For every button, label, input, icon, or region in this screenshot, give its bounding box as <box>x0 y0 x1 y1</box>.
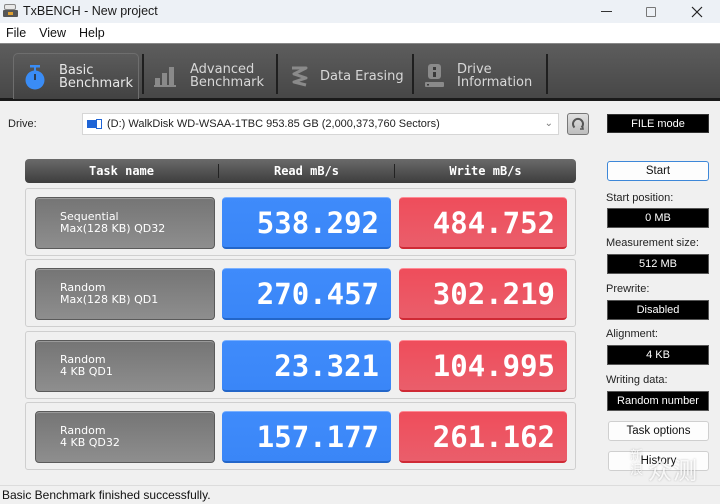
maximize-button[interactable] <box>628 0 674 23</box>
result-row-rand-128k-qd1: Random Max(128 KB) QD1 270.457 302.219 <box>25 259 576 327</box>
prewrite-value[interactable]: Disabled <box>607 300 709 320</box>
start-button[interactable]: Start <box>607 161 709 181</box>
measurement-size-label: Measurement size: <box>606 237 699 249</box>
menu-view[interactable]: View <box>33 26 66 40</box>
tab-data-erasing[interactable]: Data Erasing <box>285 53 405 99</box>
writing-data-label: Writing data: <box>606 374 668 386</box>
chevron-down-icon: ⌄ <box>544 118 553 129</box>
status-divider <box>0 485 720 486</box>
write-value: 261.162 <box>399 411 567 463</box>
task-line2: 4 KB QD32 <box>60 436 120 449</box>
toolbar-divider <box>412 54 414 94</box>
task-line2: Max(128 KB) QD32 <box>60 222 166 235</box>
menu-bar: File View Help <box>0 23 720 43</box>
minimize-button[interactable] <box>583 0 629 23</box>
task-button[interactable]: Random Max(128 KB) QD1 <box>35 268 215 320</box>
read-value: 157.177 <box>222 411 391 463</box>
toolbar-divider <box>276 54 278 94</box>
tab-advanced-line2: Benchmark <box>190 75 265 90</box>
title-bar: TxBENCH - New project <box>0 0 720 23</box>
window-title: TxBENCH - New project <box>23 4 158 18</box>
refresh-icon <box>572 118 584 130</box>
app-icon <box>3 4 18 18</box>
toolbar-divider <box>546 54 548 94</box>
bar-chart-icon <box>154 67 176 87</box>
maximize-icon <box>646 6 656 17</box>
task-options-button[interactable]: Task options <box>608 421 709 441</box>
results-header: Task name Read mB/s Write mB/s <box>25 159 576 183</box>
task-line2: Max(128 KB) QD1 <box>60 293 159 306</box>
tab-drive-information[interactable]: Drive Information <box>420 53 545 99</box>
watermark-small: 新浪 <box>630 449 645 478</box>
read-value: 270.457 <box>222 268 391 320</box>
result-row-rand-4k-qd1: Random 4 KB QD1 23.321 104.995 <box>25 331 576 399</box>
tab-drive-line2: Information <box>457 75 533 90</box>
toolbar-divider <box>142 54 144 94</box>
prewrite-label: Prewrite: <box>606 283 650 295</box>
close-button[interactable] <box>674 0 720 23</box>
start-position-value[interactable]: 0 MB <box>607 208 709 228</box>
main-toolbar: Basic Benchmark Advanced Benchmark Data … <box>0 43 720 101</box>
eraser-spring-icon <box>292 66 308 87</box>
refresh-drives-button[interactable] <box>567 113 589 135</box>
start-position-label: Start position: <box>606 192 674 204</box>
task-button[interactable]: Sequential Max(128 KB) QD32 <box>35 197 215 249</box>
drive-info-icon <box>425 64 444 87</box>
header-read: Read mB/s <box>218 164 394 178</box>
tab-basic-line2: Benchmark <box>59 75 134 91</box>
watermark: 新浪 众测 <box>630 449 698 486</box>
tab-erasing-label: Data Erasing <box>320 68 404 84</box>
file-mode-indicator: FILE mode <box>607 114 709 133</box>
read-value: 538.292 <box>222 197 391 249</box>
result-row-rand-4k-qd32: Random 4 KB QD32 157.177 261.162 <box>25 402 576 470</box>
write-value: 302.219 <box>399 268 567 320</box>
writing-data-value[interactable]: Random number <box>607 391 709 411</box>
task-line2: 4 KB QD1 <box>60 365 113 378</box>
drive-icon <box>87 118 103 130</box>
task-button[interactable]: Random 4 KB QD1 <box>35 340 215 392</box>
tab-advanced-benchmark[interactable]: Advanced Benchmark <box>152 53 277 99</box>
read-value: 23.321 <box>222 340 391 392</box>
write-value: 104.995 <box>399 340 567 392</box>
task-button[interactable]: Random 4 KB QD32 <box>35 411 215 463</box>
app-window: TxBENCH - New project File View Help Bas… <box>0 0 720 504</box>
menu-help[interactable]: Help <box>73 26 105 40</box>
drive-selected-value: (D:) WalkDisk WD-WSAA-1TBC 953.85 GB (2,… <box>107 118 440 130</box>
measurement-size-value[interactable]: 512 MB <box>607 254 709 274</box>
tab-basic-benchmark[interactable]: Basic Benchmark <box>13 53 139 99</box>
close-icon <box>691 6 703 17</box>
drive-select[interactable]: (D:) WalkDisk WD-WSAA-1TBC 953.85 GB (2,… <box>82 113 559 135</box>
minimize-icon <box>600 11 612 12</box>
alignment-label: Alignment: <box>606 328 658 340</box>
menu-file[interactable]: File <box>0 26 26 40</box>
stopwatch-icon <box>25 64 45 89</box>
write-value: 484.752 <box>399 197 567 249</box>
watermark-big: 众测 <box>648 457 698 485</box>
result-row-seq-qd32: Sequential Max(128 KB) QD32 538.292 484.… <box>25 188 576 256</box>
tab-basic-line1: Basic <box>59 62 94 78</box>
status-message: Basic Benchmark finished successfully. <box>2 488 211 502</box>
alignment-value[interactable]: 4 KB <box>607 345 709 365</box>
header-write: Write mB/s <box>394 164 576 178</box>
drive-label: Drive: <box>8 118 37 130</box>
header-task-name: Task name <box>88 164 155 178</box>
